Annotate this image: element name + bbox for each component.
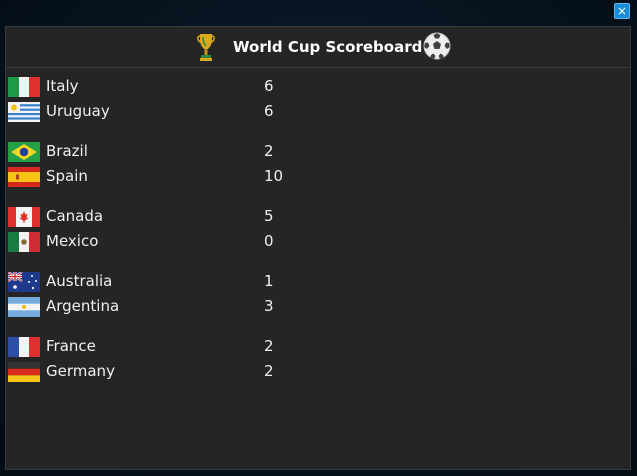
team-score: 0 bbox=[264, 232, 274, 250]
team-score: 6 bbox=[264, 77, 274, 95]
team-name: Uruguay bbox=[46, 102, 110, 120]
team-name: Brazil bbox=[46, 142, 88, 160]
team-score: 5 bbox=[264, 207, 274, 225]
team-score: 2 bbox=[264, 142, 274, 160]
flag-argentina-icon bbox=[8, 297, 40, 317]
flag-brazil-icon bbox=[8, 142, 40, 162]
team-score: 2 bbox=[264, 362, 274, 380]
team-name: Canada bbox=[46, 207, 104, 225]
team-name: Australia bbox=[46, 272, 113, 290]
flag-spain-icon bbox=[8, 167, 40, 187]
flag-uruguay-icon bbox=[8, 102, 40, 122]
team-name: Spain bbox=[46, 167, 88, 185]
team-score: 3 bbox=[264, 297, 274, 315]
team-score: 6 bbox=[264, 102, 274, 120]
team-score: 10 bbox=[264, 167, 284, 185]
flag-mexico-icon bbox=[8, 232, 40, 252]
team-score: 1 bbox=[264, 272, 274, 290]
scoreboard-window: World Cup Scoreboard Italy 6 Uruguay 6 B… bbox=[5, 26, 631, 470]
trophy-icon bbox=[197, 34, 215, 61]
team-name: Italy bbox=[46, 77, 79, 95]
close-button[interactable]: × bbox=[614, 3, 630, 19]
page-title: World Cup Scoreboard bbox=[233, 38, 423, 56]
scoreboard-header: World Cup Scoreboard bbox=[6, 27, 630, 68]
soccer-ball-icon bbox=[423, 32, 451, 60]
flag-australia-icon bbox=[8, 272, 40, 292]
team-name: Argentina bbox=[46, 297, 120, 315]
team-name: France bbox=[46, 337, 96, 355]
flag-canada-icon bbox=[8, 207, 40, 227]
team-name: Mexico bbox=[46, 232, 99, 250]
flag-france-icon bbox=[8, 337, 40, 357]
flag-germany-icon bbox=[8, 362, 40, 382]
close-icon: × bbox=[616, 4, 628, 18]
flag-italy-icon bbox=[8, 77, 40, 97]
team-score: 2 bbox=[264, 337, 274, 355]
team-name: Germany bbox=[46, 362, 115, 380]
